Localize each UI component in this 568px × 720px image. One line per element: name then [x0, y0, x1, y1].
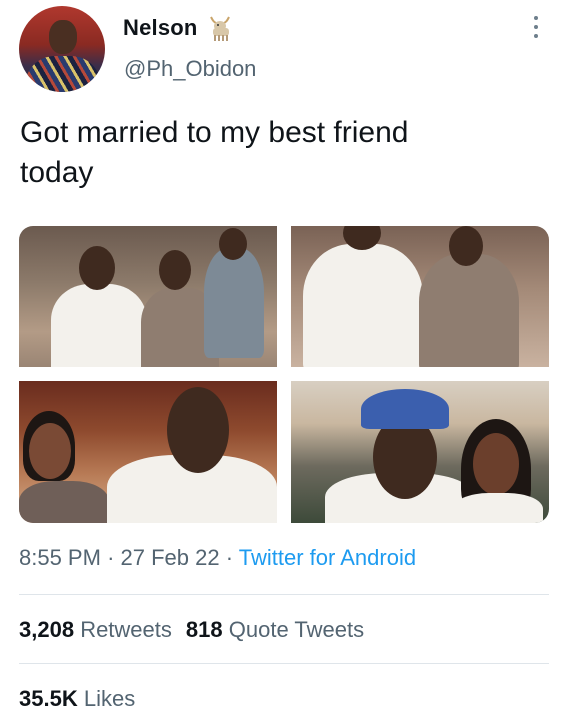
photo-1[interactable] — [19, 226, 277, 367]
tweet-text-line: Got married to my best friend — [20, 116, 409, 149]
likes-stats[interactable]: 35.5K Likes — [19, 686, 135, 712]
media-grid — [19, 226, 549, 523]
retweets-count: 3,208 — [19, 617, 75, 642]
author-avatar[interactable] — [19, 6, 105, 92]
photo-3[interactable] — [19, 381, 277, 523]
author-handle[interactable]: @Ph_Obidon — [124, 56, 256, 82]
retweets-link[interactable]: 3,208 Retweets — [19, 617, 172, 642]
author-name[interactable]: Nelson — [123, 15, 198, 41]
engagement-stats: 3,208 Retweets 818 Quote Tweets — [19, 617, 364, 643]
tweet-source-link[interactable]: Twitter for Android — [239, 545, 416, 570]
quote-tweets-count: 818 — [185, 617, 223, 642]
tweet-date: 27 Feb 22 — [120, 545, 220, 570]
tweet-text: Got married to my best friend today — [20, 113, 540, 193]
meta-separator: · — [107, 545, 115, 570]
quote-tweets-label: Quote Tweets — [228, 617, 365, 642]
tweet-time: 8:55 PM — [19, 545, 101, 570]
quote-tweets-link[interactable]: 818 Quote Tweets — [186, 617, 364, 642]
meta-separator: · — [225, 545, 234, 570]
avatar-face — [49, 20, 77, 54]
goat-emoji-icon — [210, 16, 230, 41]
more-options-icon[interactable] — [527, 16, 545, 46]
avatar-shirt — [25, 56, 101, 92]
likes-count: 35.5K — [19, 686, 78, 711]
photo-4[interactable] — [291, 381, 549, 523]
tweet-text-line: today — [20, 156, 94, 189]
divider — [19, 594, 549, 595]
photo-2[interactable] — [291, 226, 549, 367]
tweet-meta: 8:55 PM · 27 Feb 22 · Twitter for Androi… — [19, 545, 416, 571]
likes-label: Likes — [83, 686, 136, 711]
retweets-label: Retweets — [80, 617, 172, 642]
divider — [19, 663, 549, 664]
